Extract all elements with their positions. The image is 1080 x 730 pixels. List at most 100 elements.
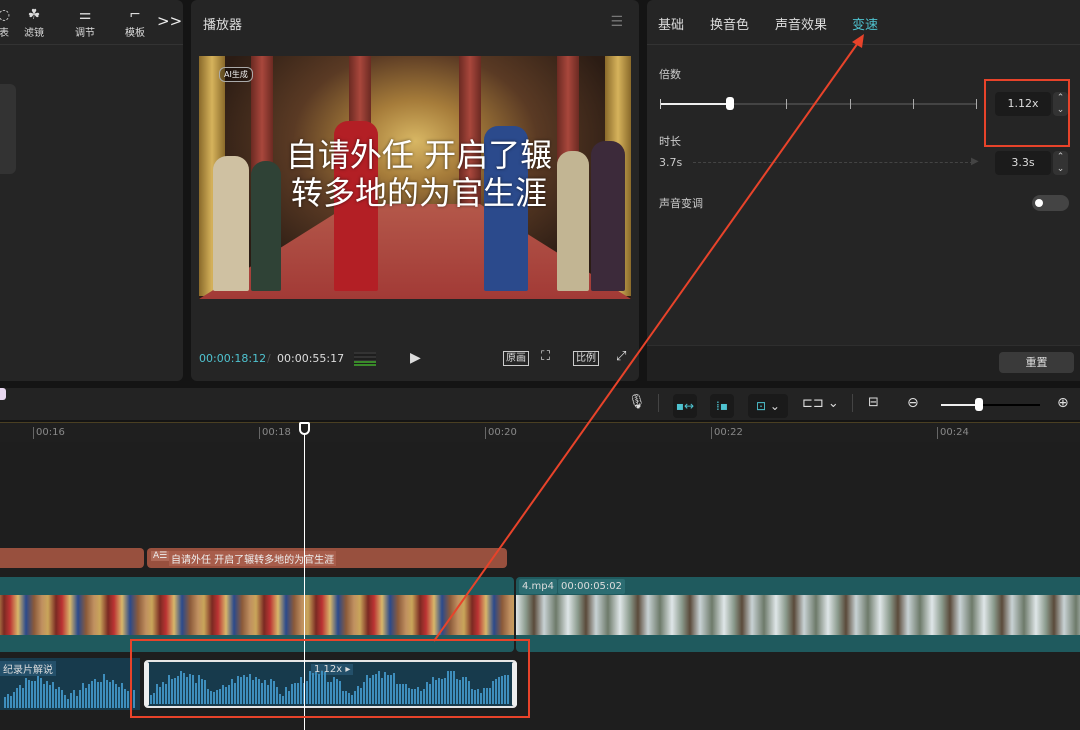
reset-button[interactable]: 重置 <box>999 352 1074 373</box>
player-panel: 播放器 ☰ AI生成 自请外任 开启了辗转多地的为官生涯 00:00:18:12… <box>191 0 639 381</box>
waveform-bar <box>459 680 461 704</box>
speed-slider-thumb[interactable] <box>726 97 734 110</box>
menu-icon[interactable]: ☰ <box>610 14 623 30</box>
collapsed-handle[interactable] <box>0 84 16 174</box>
speed-input[interactable]: 1.12x <box>995 92 1051 116</box>
waveform-bar <box>19 685 21 708</box>
text-clip-label: 自请外任 开启了辗转多地的为官生涯 <box>169 551 336 566</box>
waveform-bar <box>465 677 467 704</box>
timeline-ruler[interactable]: 00:16 00:18 00:20 00:22 00:24 <box>0 422 1080 442</box>
clip-duration: 00:00:05:02 <box>558 579 625 594</box>
zoom-out-icon[interactable]: ⊖ <box>907 395 919 411</box>
waveform-bar <box>231 679 233 704</box>
timeline-toolbar: 🎙︎ ▪↔ ⁞▪ ⊡ ⌄ ⊏⊐ ⌄ ⊟ ⊖ ⊕ <box>0 388 1080 420</box>
waveform-bar <box>468 681 470 704</box>
track-lock-icon[interactable] <box>0 388 6 400</box>
waveform-bar <box>150 695 152 704</box>
timeline-fit-icon[interactable]: ⊟ <box>868 395 879 410</box>
ruler-label: 00:22 <box>711 427 743 439</box>
waveform-bar <box>34 681 36 708</box>
waveform-bar <box>348 693 350 705</box>
speed-stepper[interactable]: ⌃⌄ <box>1053 92 1068 116</box>
waveform-bar <box>58 687 60 708</box>
waveform-bar <box>28 680 30 708</box>
duration-input[interactable]: 3.3s <box>995 151 1051 175</box>
waveform-bar <box>306 681 308 704</box>
waveform-bar <box>450 671 452 704</box>
microphone-icon[interactable]: 🎙︎ <box>628 394 646 410</box>
timeline-zoom-slider[interactable] <box>941 404 1040 406</box>
select-tool-icon[interactable]: ⊏⊐ ⌄ <box>802 396 839 411</box>
waveform-bar <box>390 675 392 704</box>
link-clips-button[interactable]: ⊡ ⌄ <box>748 394 788 418</box>
waveform-bar <box>91 681 93 708</box>
auto-snap-button[interactable]: ▪↔ <box>673 394 697 418</box>
play-button[interactable]: ▶ <box>410 350 421 366</box>
waveform-bar <box>207 689 209 704</box>
more-tools-button[interactable]: >> <box>157 12 182 30</box>
waveform-bar <box>396 684 398 704</box>
waveform-bar <box>441 679 443 704</box>
zoom-fit-icon[interactable]: ⛶ <box>541 349 550 364</box>
original-duration: 3.7s <box>659 156 682 169</box>
tab-basic[interactable]: 基础 <box>658 14 684 33</box>
audio-waveform <box>150 670 511 704</box>
waveform-bar <box>288 691 290 704</box>
duration-stepper[interactable]: ⌃⌄ <box>1053 151 1068 175</box>
playhead-handle[interactable] <box>299 422 310 435</box>
waveform-bar <box>369 678 371 704</box>
video-clip-1[interactable] <box>0 577 514 652</box>
waveform-bar <box>345 691 347 704</box>
pitch-toggle[interactable] <box>1032 195 1069 211</box>
waveform-bar <box>213 692 215 704</box>
zoom-slider-thumb[interactable] <box>975 398 983 411</box>
trim-handle-right[interactable] <box>512 662 517 706</box>
waveform-bar <box>387 675 389 704</box>
trim-handle-left[interactable] <box>144 662 149 706</box>
aspect-ratio-button[interactable]: 比例 <box>573 351 599 366</box>
fullscreen-icon[interactable]: ⤢ <box>616 349 626 364</box>
waveform-bar <box>339 681 341 704</box>
video-clip-2[interactable]: 4.mp4 00:00:05:02 <box>516 577 1080 652</box>
waveform-bar <box>16 688 18 708</box>
waveform-bar <box>321 671 323 704</box>
waveform-bar <box>297 683 299 704</box>
tab-voice-changer[interactable]: 换音色 <box>710 14 749 33</box>
waveform-bar <box>420 691 422 704</box>
tool-adjust[interactable]: ⚌调节 <box>65 6 105 39</box>
tab-speed[interactable]: 变速 <box>852 14 878 33</box>
duration-arrow <box>693 162 973 163</box>
waveform-bar <box>103 674 105 708</box>
properties-panel: 基础 换音色 声音效果 变速 倍数 1.12x ⌃⌄ 时长 3.7s ▶ 3.3… <box>647 0 1080 381</box>
zoom-in-icon[interactable]: ⊕ <box>1057 395 1069 411</box>
text-clip-previous[interactable] <box>0 548 144 568</box>
original-quality-button[interactable]: 原画 <box>503 351 529 366</box>
video-preview[interactable]: AI生成 自请外任 开启了辗转多地的为官生涯 <box>199 56 631 299</box>
waveform-bar <box>94 679 96 708</box>
waveform-bar <box>408 688 410 704</box>
waveform-bar <box>411 689 413 705</box>
playhead-line[interactable] <box>304 422 305 730</box>
waveform-bar <box>279 694 281 704</box>
audio-clip-selected[interactable]: 1.12x ▸ <box>144 660 517 708</box>
waveform-bar <box>423 689 425 704</box>
audio-clip-narration[interactable]: 纪录片解说 <box>0 658 140 710</box>
arrow-right-icon: ▶ <box>971 156 979 167</box>
tool-template[interactable]: ⌐模板 <box>115 6 155 39</box>
text-clip[interactable]: A☰ 自请外任 开启了辗转多地的为官生涯 <box>147 548 507 568</box>
waveform-bar <box>285 687 287 704</box>
tab-sound-effects[interactable]: 声音效果 <box>775 14 827 33</box>
waveform-bar <box>118 687 120 708</box>
waveform-bar <box>363 682 365 704</box>
waveform-bar <box>13 692 15 708</box>
waveform-bar <box>183 673 185 704</box>
divider <box>0 44 183 45</box>
tool-filter[interactable]: ☘滤镜 <box>14 6 54 39</box>
waveform-bar <box>115 684 117 708</box>
waveform-bar <box>315 672 317 704</box>
waveform-bar <box>324 672 326 704</box>
speed-slider[interactable] <box>660 103 977 105</box>
waveform-bar <box>246 677 248 704</box>
split-link-button[interactable]: ⁞▪ <box>710 394 734 418</box>
media-panel: ◌表 ☘滤镜 ⚌调节 ⌐模板 >> <box>0 0 183 381</box>
